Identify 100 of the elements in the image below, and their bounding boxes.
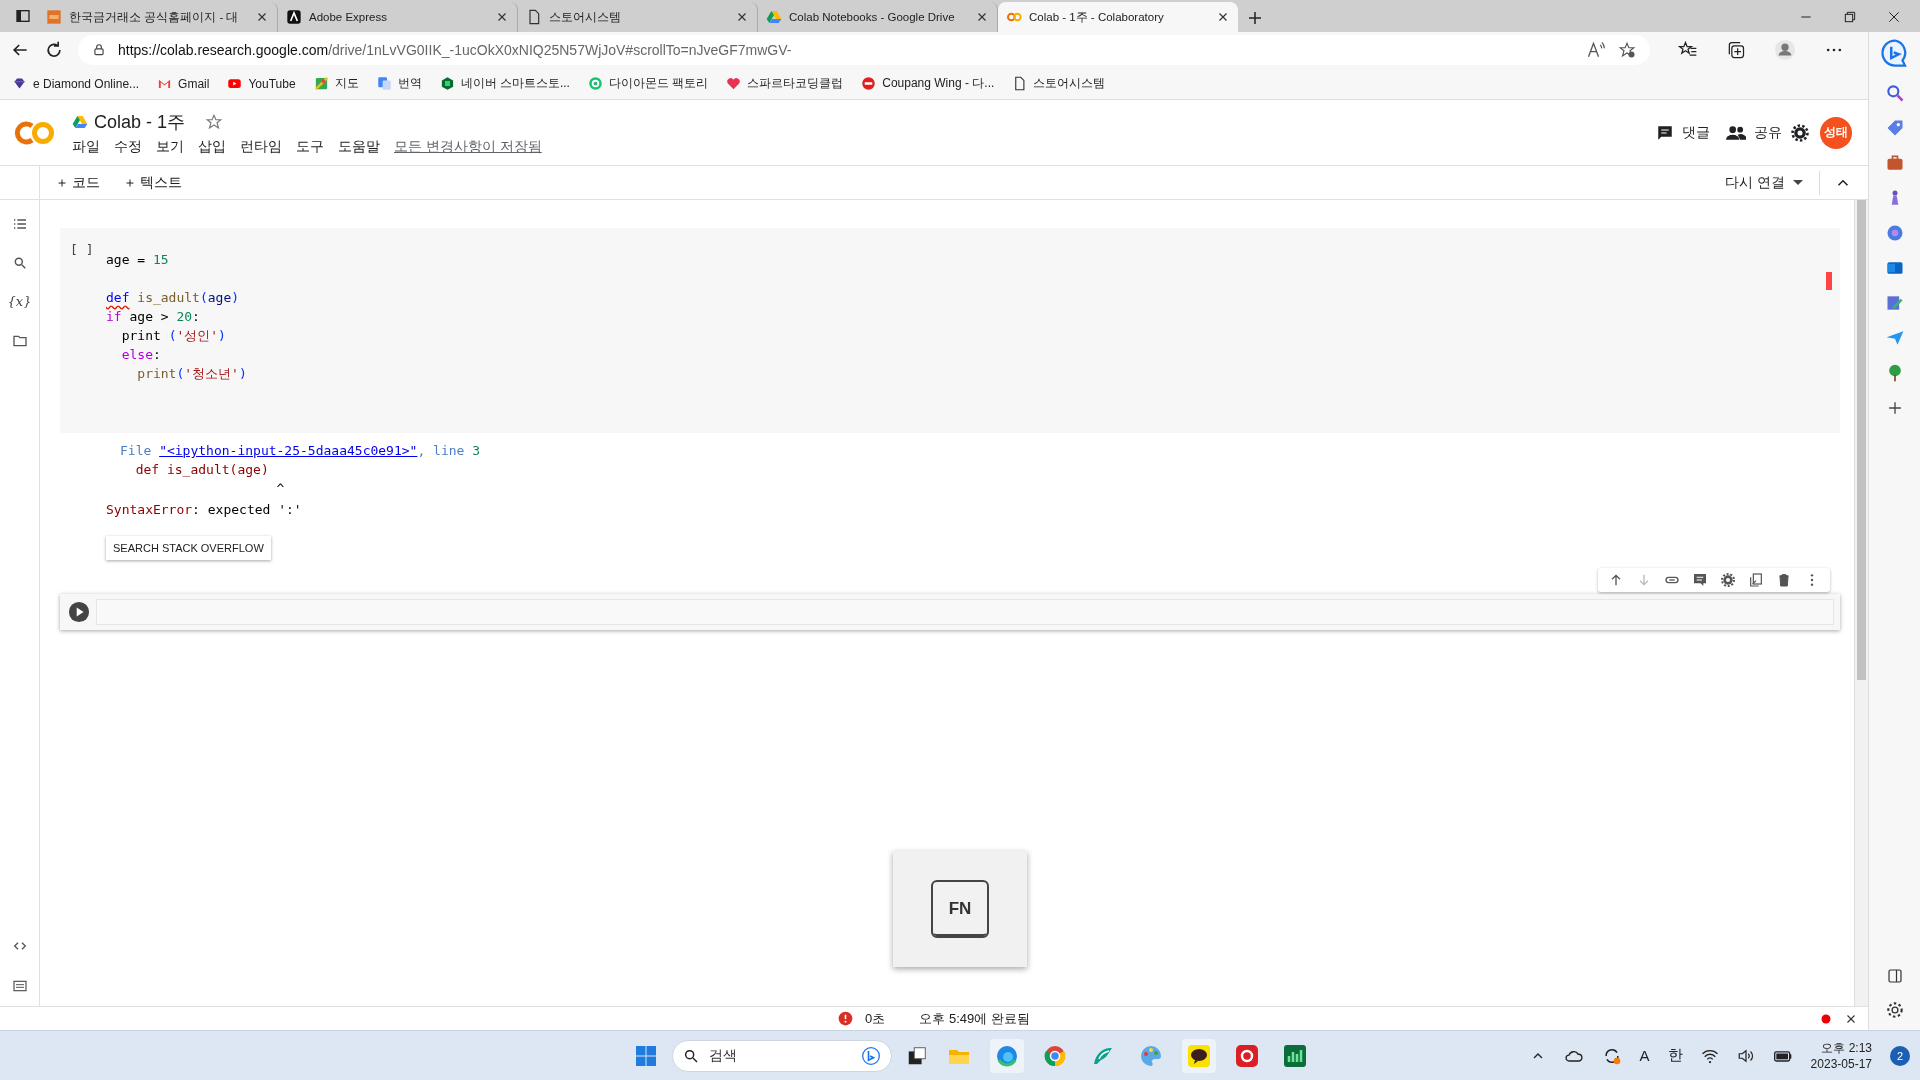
creative-cloud-icon[interactable] (1235, 1043, 1259, 1068)
input-indicator[interactable]: 한 (1667, 1046, 1683, 1065)
traceback-line: def is_adult(age) (134, 461, 270, 479)
bookmark[interactable]: 스토어시스템 (1012, 75, 1106, 92)
site-icon (12, 76, 27, 91)
browser-icon[interactable] (995, 1043, 1019, 1068)
bookmark[interactable]: 스파르타코딩클럽 (726, 75, 844, 92)
bookmark[interactable]: 지도 (313, 75, 359, 92)
execution-count: [ ] (70, 242, 94, 257)
menu-item[interactable]: 파일 (72, 137, 100, 156)
settings-icon[interactable] (1790, 122, 1810, 143)
menu-item[interactable]: 보기 (156, 137, 184, 156)
reload-icon[interactable] (44, 40, 64, 60)
task-view-icon[interactable] (906, 1044, 928, 1067)
collections-icon[interactable] (1726, 40, 1746, 60)
traceback-line: ^ (275, 480, 286, 498)
delete-icon[interactable] (1776, 572, 1792, 588)
paint-palette-icon[interactable] (1139, 1043, 1163, 1068)
read-aloud-icon[interactable] (1586, 40, 1606, 60)
traceback-link[interactable]: "<ipython-input-25-5daaa45c0e91>" (159, 443, 418, 458)
settings-icon[interactable] (1884, 1000, 1905, 1020)
chrome-icon[interactable] (1043, 1043, 1067, 1068)
site-icon (46, 9, 62, 25)
elapsed-time: 0초 (865, 1009, 886, 1028)
variables-icon[interactable]: {x} (7, 294, 32, 309)
site-icon (286, 9, 302, 25)
drive-icon[interactable] (72, 113, 88, 130)
comment-icon (1656, 123, 1674, 142)
error-message: SyntaxError: expected ':' (106, 501, 303, 519)
bookmark[interactable]: 다이아몬드 팩토리 (587, 75, 709, 92)
search-icon[interactable] (1884, 83, 1905, 103)
chart-icon[interactable] (1283, 1043, 1307, 1068)
comment-icon[interactable] (1692, 572, 1708, 588)
caret-icon (1793, 180, 1803, 185)
bookmark[interactable]: YouTube (227, 76, 296, 91)
colab-logo[interactable] (14, 119, 56, 146)
add-code-button[interactable]: 코드 (48, 169, 108, 196)
bing-icon (861, 1045, 881, 1066)
search-icon[interactable] (12, 256, 27, 270)
url-text: https://colab.research.google.com/drive/1nLvVG0IIK_-1ucOkX0xNIQ25N57WjJoV#scrollTo=nJveGF7mwGV- (118, 42, 793, 58)
scrollbar-thumb[interactable] (1857, 200, 1866, 680)
profile-icon[interactable] (1774, 39, 1796, 61)
clock[interactable]: 오후 2:13 2023-05-17 (1810, 1039, 1872, 1072)
add-text-button[interactable]: 텍스트 (116, 169, 190, 196)
input-indicator[interactable]: A (1639, 1047, 1650, 1064)
bookmark[interactable]: 네이버 스마트스토... (439, 75, 570, 92)
reconnect-button[interactable]: 다시 연결 (1715, 169, 1813, 196)
run-button-icon[interactable] (68, 601, 90, 623)
code-line: def is_adult(age) (106, 289, 241, 307)
bookmark[interactable]: e Diamond Online... (12, 76, 140, 91)
star-icon[interactable] (205, 112, 224, 131)
add-favorite-icon[interactable] (1618, 41, 1636, 59)
share-button[interactable]: 공유 (1718, 116, 1790, 149)
site-icon (766, 9, 782, 25)
settings-icon[interactable] (1720, 572, 1736, 588)
search-stack-overflow-button[interactable]: SEARCH STACK OVERFLOW (106, 536, 271, 560)
folder-icon[interactable] (11, 333, 28, 349)
bookmark[interactable]: 번역 (376, 75, 422, 92)
search-field[interactable]: 검색 (672, 1039, 892, 1072)
site-icon (861, 76, 877, 91)
address-bar[interactable]: https://colab.research.google.com/drive/1nLvVG0IIK_-1ucOkX0xNIQ25N57WjJoV#scrollTo=nJveGF7mwGV- (78, 35, 1650, 65)
code-cell[interactable]: [ ] age = 15 def is_adult(age) if age > 20: print ('성인') else: print('청소년') (60, 228, 1840, 433)
sidebar-toggle-icon[interactable] (15, 8, 31, 24)
lock-icon (92, 43, 106, 57)
notebook-title[interactable]: Colab - 1주 (94, 109, 186, 134)
site-icon (439, 76, 455, 91)
bookmark[interactable]: Coupang Wing - 다... (861, 75, 995, 92)
site-icon (526, 9, 542, 25)
chat-bubble-icon[interactable] (1187, 1043, 1211, 1068)
menu-item[interactable]: 수정 (114, 137, 142, 156)
table-of-contents-icon[interactable] (11, 216, 28, 232)
new-tab-icon[interactable] (1246, 9, 1264, 27)
menu-item[interactable]: 도움말 (338, 137, 380, 156)
code-line: if age > 20: (106, 308, 201, 326)
split-screen-icon[interactable] (1885, 967, 1904, 985)
menu-item[interactable]: 런타임 (240, 137, 282, 156)
bookmark[interactable]: Gmail (157, 76, 210, 91)
menu-item[interactable]: 도구 (296, 137, 324, 156)
start-icon[interactable] (634, 1043, 658, 1068)
code-line: print ('성인') (120, 327, 227, 345)
code-line: age = 15 (106, 251, 170, 269)
copilot-icon[interactable] (1879, 38, 1910, 68)
save-status-link[interactable]: 모든 변경사항이 저장됨 (394, 137, 542, 156)
notification-badge[interactable]: 2 (1890, 1045, 1910, 1066)
site-icon (587, 76, 603, 91)
restore-icon[interactable] (1842, 9, 1858, 25)
site-icon (227, 76, 243, 91)
briefcase-icon[interactable] (1884, 153, 1905, 173)
search-icon (683, 1047, 699, 1064)
menu-item[interactable]: 삽입 (198, 137, 226, 156)
mirror-cell-icon[interactable] (1748, 572, 1764, 588)
site-icon (313, 76, 329, 91)
site-icon (726, 76, 742, 91)
code-line: else: (120, 346, 162, 364)
comments-button[interactable]: 댓글 (1648, 117, 1718, 148)
browser-tab[interactable]: Colab - 1주 - Colaboratory (998, 2, 1238, 32)
site-icon (1012, 76, 1028, 91)
terminal-icon[interactable] (11, 978, 28, 994)
close-icon[interactable] (1886, 9, 1902, 25)
site-icon (376, 76, 392, 91)
